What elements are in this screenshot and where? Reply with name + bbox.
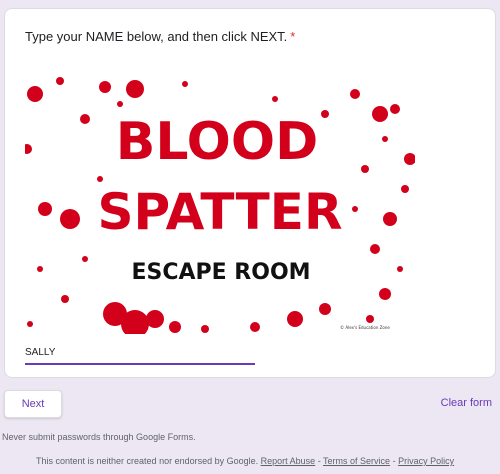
- footer-separator: -: [390, 456, 399, 466]
- report-abuse-link[interactable]: Report Abuse: [261, 456, 316, 466]
- blood-spatter-banner-image: BLOOD SPATTER ESCAPE ROOM © Alex's Educa…: [25, 69, 415, 334]
- question-title: Type your NAME below, and then click NEX…: [25, 29, 295, 44]
- banner-subtitle-escape-room: ESCAPE ROOM: [131, 260, 310, 285]
- privacy-policy-link[interactable]: Privacy Policy: [398, 456, 454, 466]
- banner-title-spatter: SPATTER: [98, 183, 343, 241]
- required-asterisk: *: [290, 29, 296, 44]
- name-answer-input[interactable]: [25, 341, 255, 365]
- banner-title-blood: BLOOD: [116, 112, 319, 172]
- footer-disclaimer: This content is neither created nor endo…: [36, 456, 454, 466]
- question-text: Type your NAME below, and then click NEX…: [25, 29, 288, 44]
- password-warning: Never submit passwords through Google Fo…: [2, 432, 196, 442]
- terms-of-service-link[interactable]: Terms of Service: [323, 456, 390, 466]
- clear-form-button[interactable]: Clear form: [441, 397, 492, 409]
- question-card: Type your NAME below, and then click NEX…: [4, 8, 496, 378]
- banner-credit: © Alex's Education Zone: [340, 325, 390, 330]
- footer-separator: -: [315, 456, 324, 466]
- next-button[interactable]: Next: [4, 390, 62, 418]
- banner-svg: BLOOD SPATTER ESCAPE ROOM © Alex's Educa…: [25, 77, 415, 334]
- disclaimer-text: This content is neither created nor endo…: [36, 456, 259, 466]
